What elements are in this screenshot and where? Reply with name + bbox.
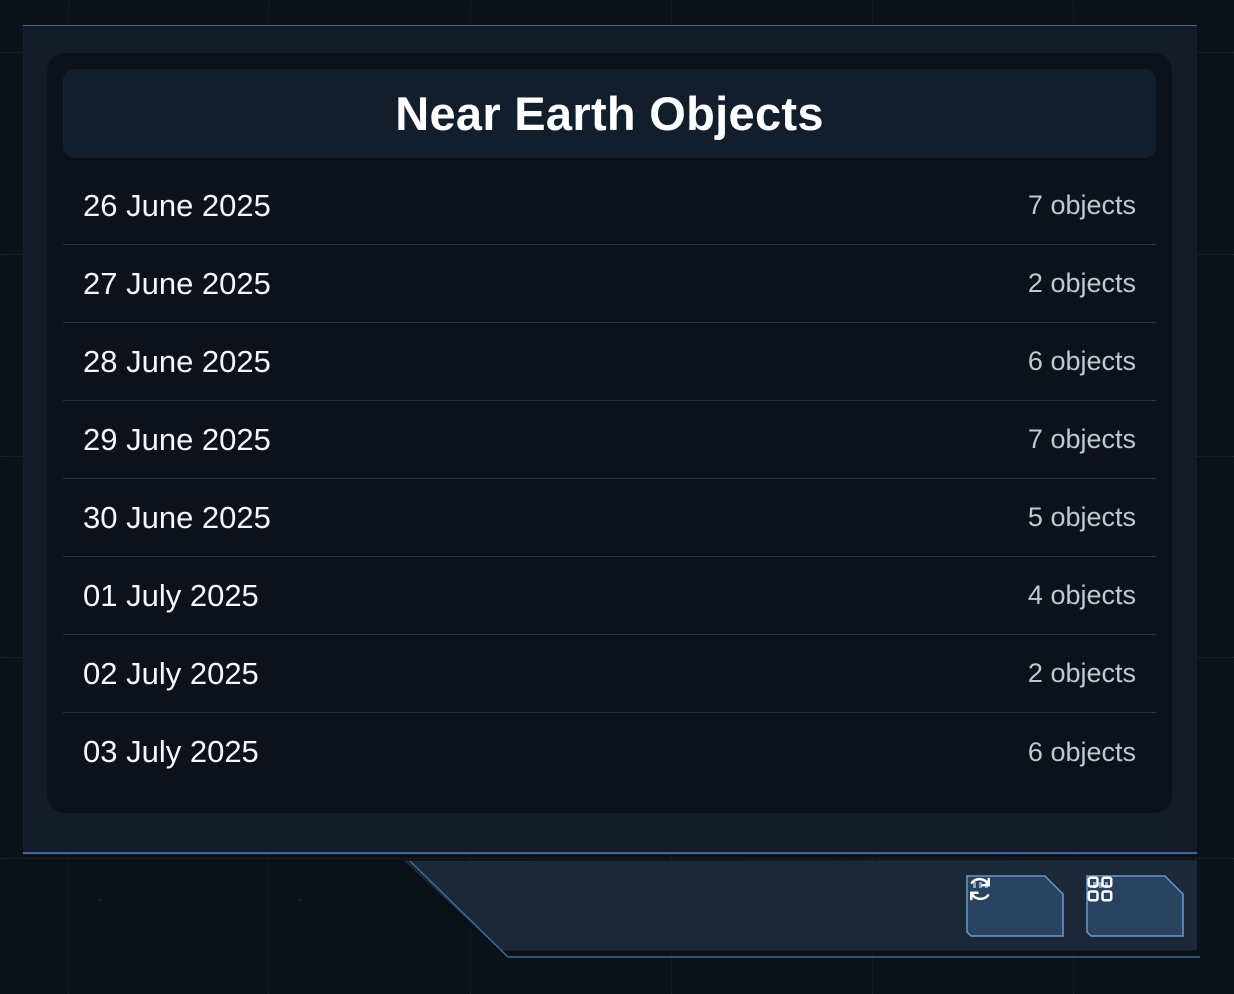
- list-item[interactable]: 30 June 2025 5 objects: [63, 479, 1156, 557]
- item-count: 6 objects: [1027, 346, 1136, 376]
- item-count: 2 objects: [1027, 658, 1136, 688]
- item-date: 02 July 2025: [83, 655, 259, 691]
- item-count: 5 objects: [1027, 502, 1136, 532]
- panel-title: Near Earth Objects: [395, 87, 824, 140]
- list-item[interactable]: 29 June 2025 7 objects: [63, 401, 1156, 479]
- list-item[interactable]: 02 July 2025 2 objects: [63, 635, 1156, 713]
- list-item[interactable]: 28 June 2025 6 objects: [63, 323, 1156, 401]
- item-count: 2 objects: [1027, 268, 1136, 298]
- item-count: 6 objects: [1027, 736, 1136, 767]
- item-date: 01 July 2025: [83, 577, 259, 613]
- panel-frame: Near Earth Objects 26 June 2025 7 object…: [23, 25, 1197, 855]
- item-date: 29 June 2025: [83, 421, 271, 457]
- list-item[interactable]: 26 June 2025 7 objects: [63, 167, 1156, 245]
- item-count: 4 objects: [1027, 580, 1136, 610]
- grid-icon: [1087, 876, 1113, 902]
- grid-view-button[interactable]: [1085, 874, 1185, 938]
- list-item[interactable]: 01 July 2025 4 objects: [63, 557, 1156, 635]
- item-date: 30 June 2025: [83, 499, 271, 535]
- list-item[interactable]: 03 July 2025 6 objects: [63, 713, 1156, 791]
- item-date: 26 June 2025: [83, 187, 271, 223]
- neo-card: Near Earth Objects 26 June 2025 7 object…: [47, 53, 1172, 813]
- refresh-button[interactable]: [965, 874, 1065, 938]
- refresh-icon: [970, 877, 990, 901]
- neo-list: 26 June 2025 7 objects 27 June 2025 2 ob…: [63, 167, 1156, 791]
- item-count: 7 objects: [1027, 424, 1136, 454]
- item-count: 7 objects: [1027, 190, 1136, 220]
- item-date: 28 June 2025: [83, 343, 271, 379]
- item-date: 03 July 2025: [83, 734, 259, 769]
- item-date: 27 June 2025: [83, 265, 271, 301]
- title-bar: Near Earth Objects: [63, 69, 1156, 158]
- list-item[interactable]: 27 June 2025 2 objects: [63, 245, 1156, 323]
